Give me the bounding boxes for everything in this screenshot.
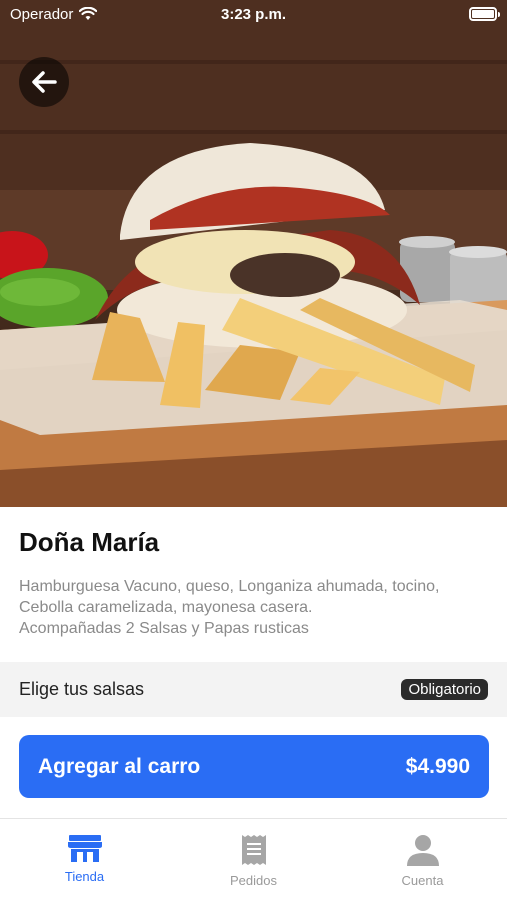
price-label: $4.990 (405, 754, 470, 778)
product-title: Doña María (19, 527, 160, 557)
add-to-cart-label: Agregar al carro (38, 754, 201, 778)
tab-label: Cuenta (401, 873, 444, 888)
arrow-left-icon (32, 71, 57, 93)
burger-illustration (0, 0, 507, 507)
tab-tienda[interactable]: Tienda (0, 819, 169, 900)
store-icon (67, 835, 102, 862)
receipt-icon (241, 835, 266, 865)
description-line: Acompañadas 2 Salsas y Papas rusticas (19, 620, 309, 637)
required-badge: Obligatorio (401, 679, 488, 700)
tab-label: Tienda (64, 869, 105, 884)
sauce-label: Elige tus salsas (19, 679, 145, 699)
product-image (0, 0, 507, 507)
back-button[interactable] (19, 57, 69, 107)
status-bar: Operador 3:23 p.m. (0, 0, 507, 28)
status-time: 3:23 p.m. (220, 5, 287, 23)
sauce-options-header[interactable]: Elige tus salsas Obligatorio (0, 662, 507, 717)
tab-cuenta[interactable]: Cuenta (338, 819, 507, 900)
product-description: Hamburguesa Vacuno, queso, Longaniza ahu… (19, 576, 489, 639)
description-line: Hamburguesa Vacuno, queso, Longaniza ahu… (19, 578, 440, 595)
user-icon (406, 835, 439, 866)
tab-label: Pedidos (230, 873, 277, 888)
description-line: Cebolla caramelizada, mayonesa casera. (19, 599, 313, 616)
tab-bar: Tienda Pedidos Cuenta (0, 818, 507, 900)
battery-icon (469, 7, 500, 21)
tab-pedidos[interactable]: Pedidos (169, 819, 338, 900)
add-to-cart-button[interactable]: Agregar al carro $4.990 (19, 735, 489, 798)
